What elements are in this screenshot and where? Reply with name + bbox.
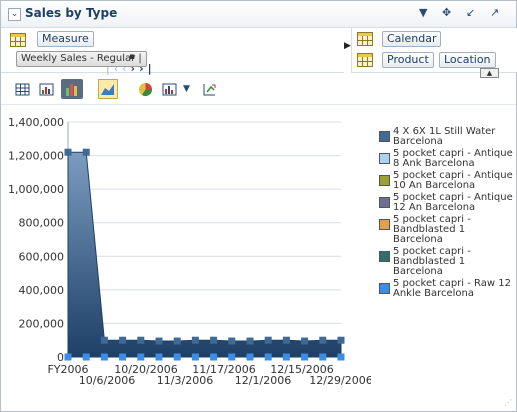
maximize-icon[interactable]: ↗ <box>490 7 499 19</box>
data-point[interactable] <box>100 336 108 344</box>
data-point[interactable] <box>301 337 309 345</box>
area-chart: 0200,000400,000600,000800,0001,000,0001,… <box>8 116 371 387</box>
y-tick-label: 800,000 <box>19 217 65 230</box>
data-point[interactable] <box>155 353 163 361</box>
x-tick-label: 12/29/2006 <box>309 374 371 387</box>
legend-swatch <box>379 131 390 142</box>
data-point[interactable] <box>119 336 127 344</box>
pie-chart-icon[interactable] <box>138 82 153 97</box>
y-tick-label: 1,400,000 <box>8 116 64 129</box>
measure-button[interactable]: Measure <box>37 31 94 47</box>
chart-toolbar: ▼ <box>1 74 516 105</box>
data-point[interactable] <box>282 353 290 361</box>
product-button[interactable]: Product <box>382 52 434 68</box>
chart-type-icon[interactable] <box>162 82 177 97</box>
legend-swatch <box>379 219 390 230</box>
y-tick-label: 400,000 <box>19 284 65 297</box>
sales-by-type-panel: ⌄ Sales by Type ▼ ✥ ↙ ↗ Measure |‹‹››| W… <box>0 0 517 412</box>
y-tick-label: 600,000 <box>19 250 65 263</box>
measure-value-chip[interactable]: Weekly Sales - Regular | <box>16 51 147 67</box>
legend-label: 5 pocket capri - Raw 12 Ankle Barcelona <box>393 278 511 299</box>
chart-table-view-icon[interactable] <box>39 82 54 97</box>
legend-item[interactable]: 4 X 6X 1L Still Water Barcelona <box>379 127 514 147</box>
data-point[interactable] <box>173 337 181 345</box>
data-point[interactable] <box>228 353 236 361</box>
data-point[interactable] <box>337 353 345 361</box>
legend-item[interactable]: 5 pocket capri - Antique 10 An Barcelona <box>379 171 514 191</box>
legend-item[interactable]: 5 pocket capri - Raw 12 Ankle Barcelona <box>379 279 514 299</box>
move-icon[interactable]: ✥ <box>442 7 451 19</box>
data-point[interactable] <box>282 336 290 344</box>
resize-grip-icon[interactable]: ⋰ <box>504 398 512 407</box>
table-icon <box>357 32 373 46</box>
chart-legend: 4 X 6X 1L Still Water Barcelona 5 pocket … <box>379 127 514 301</box>
legend-swatch <box>379 197 390 208</box>
legend-swatch <box>379 175 390 186</box>
data-point[interactable] <box>100 353 108 361</box>
calendar-button[interactable]: Calendar <box>382 31 442 47</box>
minimize-icon[interactable]: ↙ <box>466 7 475 19</box>
data-point[interactable] <box>264 336 272 344</box>
table-view-icon[interactable] <box>15 82 30 97</box>
data-point[interactable] <box>137 353 145 361</box>
data-point[interactable] <box>64 353 72 361</box>
legend-label: 5 pocket capri - Antique 8 Ank Barcelona <box>393 148 513 169</box>
data-point[interactable] <box>210 353 218 361</box>
data-point[interactable] <box>64 148 72 156</box>
dropdown-triangle-icon[interactable]: ▼ <box>419 7 427 19</box>
panel-titlebar: ⌄ Sales by Type ▼ ✥ ↙ ↗ <box>1 1 516 28</box>
measure-filter-band: Measure |‹‹››| Weekly Sales - Regular | … <box>1 28 344 75</box>
table-icon <box>357 53 373 67</box>
legend-label: 5 pocket capri - Bandblasted 1 Barcelona <box>393 246 471 277</box>
collapse-toggle[interactable]: ⌄ <box>8 8 21 21</box>
data-point[interactable] <box>119 353 127 361</box>
data-point[interactable] <box>337 336 345 344</box>
data-point[interactable] <box>173 353 181 361</box>
data-point[interactable] <box>82 148 90 156</box>
data-point[interactable] <box>210 336 218 344</box>
location-button[interactable]: Location <box>439 52 496 68</box>
data-point[interactable] <box>137 336 145 344</box>
data-point[interactable] <box>155 337 163 345</box>
data-point[interactable] <box>319 353 327 361</box>
area-chart-icon[interactable] <box>98 79 118 99</box>
legend-label: 5 pocket capri - Bandblasted 1 Barcelona <box>393 214 471 245</box>
drop-marker-icon: ▪ <box>129 52 136 62</box>
legend-label: 5 pocket capri - Antique 12 An Barcelona <box>393 192 513 213</box>
expand-arrow-icon[interactable]: ▶ <box>344 41 351 51</box>
data-point[interactable] <box>82 353 90 361</box>
legend-label: 5 pocket capri - Antique 10 An Barcelona <box>393 170 513 191</box>
measure-value-label: Weekly Sales - Regular <box>21 53 136 64</box>
legend-item[interactable]: 5 pocket capri - Bandblasted 1 Barcelona <box>379 247 514 277</box>
data-point[interactable] <box>264 353 272 361</box>
data-point[interactable] <box>301 353 309 361</box>
legend-label: 4 X 6X 1L Still Water Barcelona <box>393 126 496 147</box>
panel-title: Sales by Type <box>25 6 118 20</box>
y-tick-label: 200,000 <box>19 317 65 330</box>
legend-swatch <box>379 283 390 294</box>
legend-swatch <box>379 251 390 262</box>
table-icon <box>10 33 26 47</box>
series-area-0 <box>67 151 342 358</box>
legend-item[interactable]: 5 pocket capri - Antique 12 An Barcelona <box>379 193 514 213</box>
chart-view-icon[interactable] <box>61 79 83 99</box>
swap-axes-icon[interactable] <box>202 82 217 97</box>
legend-swatch <box>379 153 390 164</box>
dimension-filter-band: Calendar Product Location <box>351 28 517 73</box>
y-tick-label: 1,000,000 <box>8 183 64 196</box>
data-point[interactable] <box>246 337 254 345</box>
legend-item[interactable]: 5 pocket capri - Antique 8 Ank Barcelona <box>379 149 514 169</box>
data-point[interactable] <box>191 353 199 361</box>
y-tick-label: 1,200,000 <box>8 150 64 163</box>
data-point[interactable] <box>319 336 327 344</box>
data-point[interactable] <box>191 336 199 344</box>
data-point[interactable] <box>246 353 254 361</box>
data-point[interactable] <box>228 337 236 345</box>
dropdown-icon[interactable]: ▼ <box>183 84 190 94</box>
legend-item[interactable]: 5 pocket capri - Bandblasted 1 Barcelona <box>379 215 514 245</box>
